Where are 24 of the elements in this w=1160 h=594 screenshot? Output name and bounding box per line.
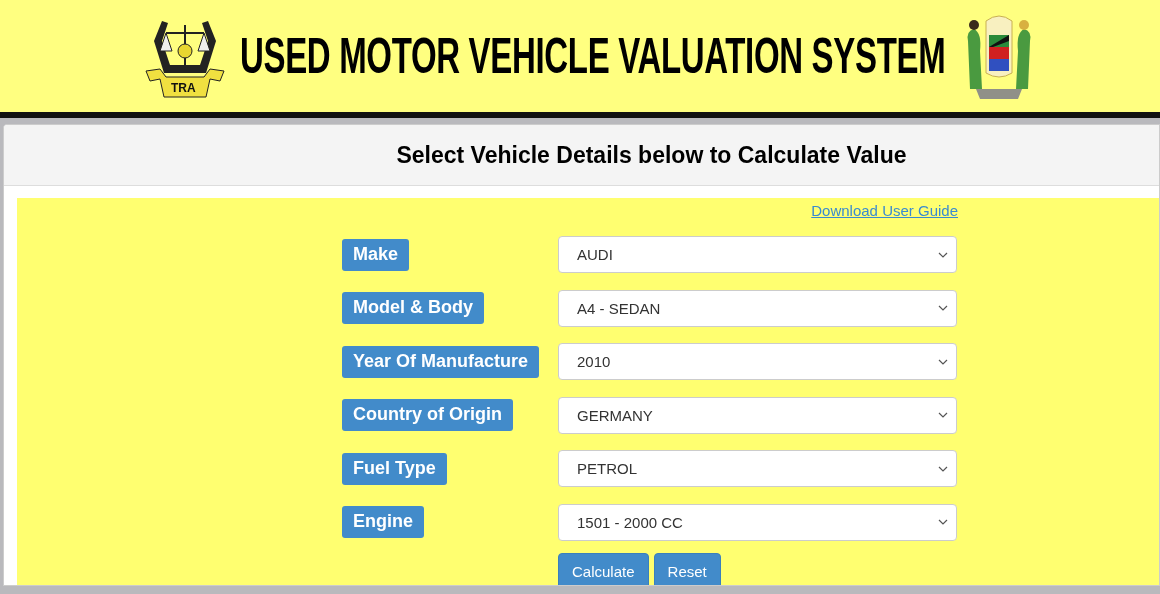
site-title: USED MOTOR VEHICLE VALUATION SYSTEM [240, 27, 946, 85]
select-field[interactable]: A4 - SEDAN [558, 289, 957, 327]
select-field[interactable]: GERMANY [558, 396, 957, 434]
select-field[interactable]: 2010 [558, 343, 957, 381]
field-label: Make [342, 238, 410, 271]
select-value: 2010 [577, 353, 611, 371]
select-field[interactable]: AUDI [558, 236, 957, 274]
select-field[interactable]: PETROL [558, 450, 957, 488]
field-label: Country of Origin [342, 399, 513, 432]
user-guide-link[interactable]: Download User Guide [811, 202, 958, 228]
select-value: PETROL [577, 460, 637, 478]
field-label: Model & Body [342, 292, 484, 325]
field-label: Engine [342, 506, 424, 539]
select-value: A4 - SEDAN [577, 299, 661, 317]
logo-text: TRA [171, 81, 196, 95]
field-label: Fuel Type [342, 452, 447, 485]
select-field[interactable]: 1501 - 2000 CC [558, 503, 957, 541]
select-value: AUDI [577, 246, 613, 264]
reset-button[interactable]: Reset [653, 553, 721, 585]
field-label: Year Of Manufacture [342, 345, 540, 378]
select-value: 1501 - 2000 CC [577, 513, 683, 531]
panel-heading: Select Vehicle Details below to Calculate Value [396, 141, 907, 169]
calculate-button[interactable]: Calculate [558, 553, 649, 585]
select-value: GERMANY [577, 406, 653, 424]
